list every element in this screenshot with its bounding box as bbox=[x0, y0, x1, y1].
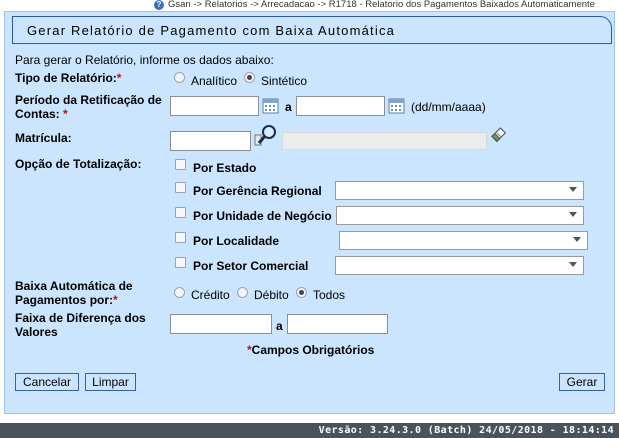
required-marker: * bbox=[116, 71, 122, 85]
por-unidade-checkbox[interactable] bbox=[175, 207, 186, 218]
por-setor-label: Por Setor Comercial bbox=[193, 259, 309, 273]
form-title: Gerar Relatório de Pagamento com Baixa A… bbox=[27, 23, 396, 38]
periodo-label: Período da Retificação de Contas: * bbox=[15, 93, 162, 121]
por-localidade-label: Por Localidade bbox=[193, 234, 280, 248]
baixa-debito-label: Débito bbox=[254, 288, 289, 302]
calendar-icon[interactable] bbox=[388, 97, 406, 115]
baixa-todos-radio[interactable] bbox=[296, 287, 307, 298]
baixa-label: Baixa Automática de Pagamentos por:* bbox=[15, 279, 133, 307]
totalizacao-label: Opção de Totalização: bbox=[15, 157, 142, 171]
tipo-analitico-radio[interactable] bbox=[174, 72, 185, 83]
matricula-label: Matrícula: bbox=[15, 131, 72, 145]
tipo-sintetico-radio[interactable] bbox=[244, 72, 255, 83]
localidade-select[interactable] bbox=[339, 231, 588, 250]
eraser-icon[interactable] bbox=[490, 126, 508, 144]
faixa-min-input[interactable] bbox=[170, 314, 272, 334]
por-gerencia-label: Por Gerência Regional bbox=[193, 184, 322, 198]
form-title-bar: Gerar Relatório de Pagamento com Baixa A… bbox=[12, 16, 612, 44]
tipo-analitico-label: Analítico bbox=[191, 74, 238, 88]
baixa-credito-radio[interactable] bbox=[174, 287, 185, 298]
chevron-down-icon bbox=[573, 237, 581, 242]
cancel-button[interactable]: Cancelar bbox=[15, 373, 79, 391]
matricula-description-field bbox=[282, 132, 487, 150]
faixa-label: Faixa de Diferença dos Valores bbox=[15, 311, 146, 339]
faixa-separator: a bbox=[276, 319, 283, 333]
intro-text: Para gerar o Relatório, informe os dados… bbox=[15, 53, 274, 67]
matricula-input[interactable] bbox=[170, 131, 251, 151]
chevron-down-icon bbox=[569, 262, 577, 267]
periodo-end-input[interactable] bbox=[296, 96, 385, 116]
chevron-down-icon bbox=[569, 187, 577, 192]
por-estado-checkbox[interactable] bbox=[175, 159, 186, 170]
setor-comercial-select[interactable] bbox=[335, 256, 584, 275]
date-format-hint: (dd/mm/aaaa) bbox=[411, 100, 486, 114]
tipo-relatorio-label: Tipo de Relatório:* bbox=[15, 71, 122, 85]
required-fields-note: *Campos Obrigatórios bbox=[247, 343, 375, 357]
periodo-separator: a bbox=[285, 100, 292, 114]
version-footer: Versão: 3.24.3.0 (Batch) 24/05/2018 - 18… bbox=[0, 423, 619, 438]
unidade-negocio-select[interactable] bbox=[336, 206, 584, 225]
breadcrumb: ? Gsan -> Relatorios -> Arrecadacao -> R… bbox=[0, 0, 619, 10]
por-estado-label: Por Estado bbox=[193, 161, 257, 175]
baixa-todos-label: Todos bbox=[313, 288, 346, 302]
gerencia-regional-select[interactable] bbox=[335, 181, 584, 200]
tipo-sintetico-label: Sintético bbox=[261, 74, 308, 88]
por-gerencia-checkbox[interactable] bbox=[175, 182, 186, 193]
faixa-max-input[interactable] bbox=[287, 314, 388, 334]
por-setor-checkbox[interactable] bbox=[175, 257, 186, 268]
version-text: Versão: 3.24.3.0 (Batch) 24/05/2018 - 18… bbox=[318, 425, 614, 436]
required-marker: * bbox=[113, 293, 118, 307]
search-icon[interactable] bbox=[254, 123, 280, 149]
baixa-debito-radio[interactable] bbox=[237, 287, 248, 298]
clear-button[interactable]: Limpar bbox=[85, 373, 136, 391]
por-localidade-checkbox[interactable] bbox=[175, 232, 186, 243]
periodo-start-input[interactable] bbox=[170, 96, 259, 116]
breadcrumb-path: Gsan -> Relatorios -> Arrecadacao -> R17… bbox=[168, 0, 595, 10]
form-panel: Gerar Relatório de Pagamento com Baixa A… bbox=[4, 11, 615, 414]
generate-button[interactable]: Gerar bbox=[559, 373, 605, 391]
required-marker: * bbox=[63, 107, 68, 121]
baixa-credito-label: Crédito bbox=[191, 288, 230, 302]
calendar-icon[interactable] bbox=[262, 97, 280, 115]
chevron-down-icon bbox=[569, 212, 577, 217]
por-unidade-label: Por Unidade de Negócio bbox=[193, 209, 332, 223]
help-icon[interactable]: ? bbox=[154, 0, 164, 10]
